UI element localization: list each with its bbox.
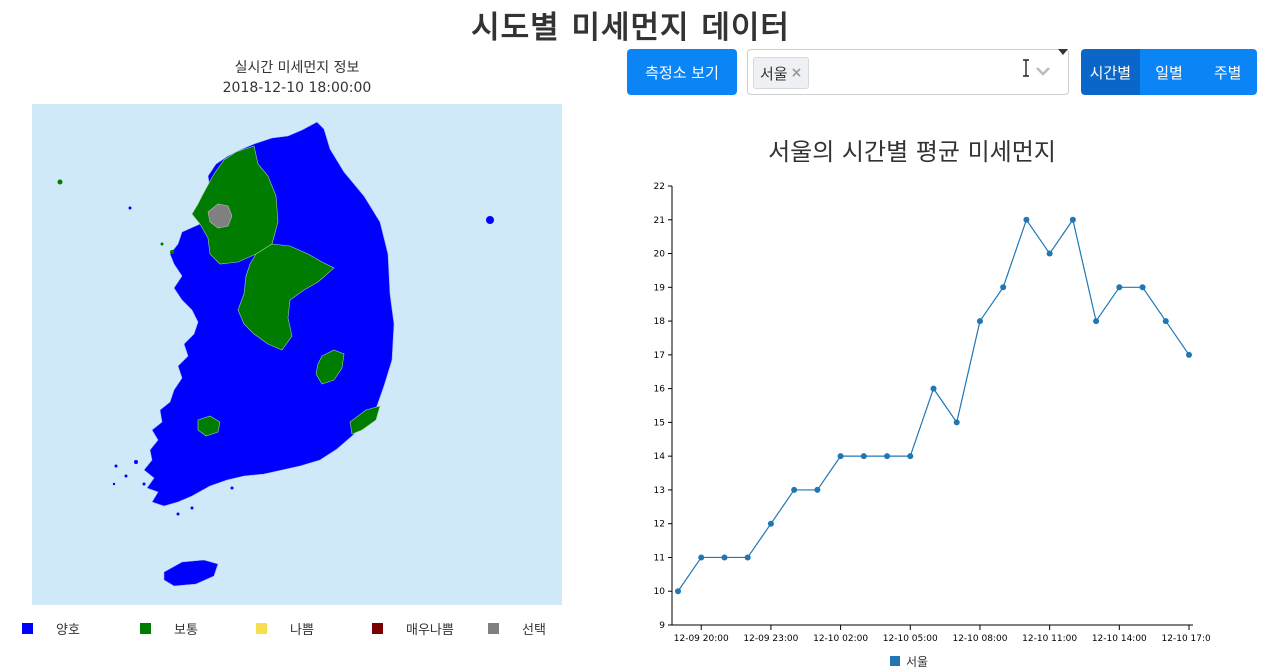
korea-map-svg[interactable] — [32, 104, 562, 605]
y-tick-label: 15 — [654, 418, 665, 428]
data-point — [698, 554, 705, 561]
data-point — [1162, 318, 1169, 325]
legend-swatch — [256, 622, 267, 634]
map-header: 실시간 미세먼지 정보 2018-12-10 18:00:00 — [32, 58, 562, 98]
data-point — [1186, 351, 1192, 358]
selected-region-chip[interactable]: 서울 × — [753, 57, 810, 89]
series-line — [677, 218, 1190, 592]
data-point — [1000, 284, 1007, 291]
legend-item-good: 양호 — [22, 618, 80, 638]
data-point — [1046, 250, 1053, 257]
data-point — [953, 419, 960, 426]
region-ulleungdo — [486, 216, 494, 224]
data-point — [1139, 284, 1146, 291]
region-select[interactable]: 서울 × — [747, 49, 1069, 95]
legend-swatch — [890, 656, 900, 666]
line-chart: 9 10 11 12 13 14 15 16 17 18 19 20 21 22 12-09 20:00 12… — [654, 182, 1210, 644]
x-tick-label: 12-10 11:00 — [1022, 634, 1077, 644]
selected-region-label: 서울 — [760, 64, 788, 83]
data-point — [1023, 216, 1030, 223]
chevron-down-icon[interactable] — [1034, 62, 1052, 80]
legend-series-label: 서울 — [906, 654, 929, 669]
map-legend: 양호 보통 나쁨 매우나쁨 선택 — [22, 618, 582, 638]
y-tick-label: 20 — [654, 250, 666, 260]
y-tick-label: 22 — [654, 182, 665, 192]
x-tick-label: 12-09 20:00 — [674, 634, 729, 644]
data-point — [767, 520, 774, 527]
y-tick-label: 13 — [654, 486, 665, 496]
legend-swatch — [372, 622, 383, 634]
data-point — [675, 588, 681, 595]
legend-swatch — [488, 622, 499, 634]
legend-item-bad: 나쁨 — [256, 618, 314, 638]
data-point — [837, 453, 844, 460]
period-toggle: 시간별 일별 주별 — [1081, 49, 1257, 95]
page-title: 시도별 미세먼지 데이터 — [471, 10, 790, 46]
korea-map[interactable] — [32, 104, 562, 605]
legend-swatch — [22, 622, 33, 634]
chart-title: 서울의 시간별 평균 미세먼지 — [768, 138, 1056, 166]
x-tick-label: 12-10 05:00 — [883, 634, 938, 644]
y-tick-label: 12 — [654, 520, 665, 530]
x-tick-label: 12-10 14:00 — [1092, 634, 1147, 644]
data-point — [744, 554, 751, 561]
tab-weekly[interactable]: 주별 — [1198, 49, 1257, 95]
view-stations-button[interactable]: 측정소 보기 — [627, 49, 737, 95]
y-tick-label: 17 — [654, 351, 665, 361]
y-tick-label: 10 — [654, 587, 666, 597]
y-tick-label: 18 — [654, 317, 666, 327]
text-cursor-icon — [1023, 59, 1029, 77]
legend-label: 매우나쁨 — [406, 622, 454, 638]
data-point — [1116, 284, 1123, 291]
data-point — [791, 486, 798, 493]
data-point — [976, 318, 983, 325]
caret-down-icon — [1058, 49, 1068, 55]
map-caption: 실시간 미세먼지 정보 — [234, 60, 360, 76]
y-tick-label: 9 — [659, 621, 665, 631]
data-point — [721, 554, 728, 561]
chart-legend: 서울 — [890, 653, 928, 669]
region-jeju[interactable] — [163, 559, 219, 587]
data-point — [860, 453, 867, 460]
legend-item-very-bad: 매우나쁨 — [372, 618, 454, 638]
data-point — [814, 486, 821, 493]
data-point — [907, 453, 914, 460]
y-tick-label: 14 — [654, 452, 666, 462]
x-tick-label: 12-10 08:00 — [952, 634, 1007, 644]
x-tick-label: 12-09 23:00 — [743, 634, 798, 644]
y-tick-label: 19 — [654, 283, 666, 293]
data-point — [1093, 318, 1100, 325]
data-point — [930, 385, 937, 392]
legend-label: 보통 — [174, 622, 198, 638]
legend-label: 양호 — [56, 622, 80, 638]
remove-region-icon[interactable]: × — [791, 65, 803, 81]
data-point — [1069, 216, 1076, 223]
legend-label: 나쁨 — [290, 622, 314, 638]
legend-label: 선택 — [522, 622, 546, 638]
data-point — [884, 453, 891, 460]
legend-item-normal: 보통 — [140, 618, 198, 638]
tab-daily[interactable]: 일별 — [1139, 49, 1199, 95]
y-tick-label: 16 — [654, 385, 666, 395]
y-tick-label: 21 — [654, 216, 665, 226]
y-tick-label: 11 — [654, 553, 665, 563]
legend-item-selected: 선택 — [488, 618, 546, 638]
tab-hourly[interactable]: 시간별 — [1081, 49, 1140, 95]
map-datetime: 2018-12-10 18:00:00 — [222, 80, 372, 96]
x-tick-label: 12-10 17:00 — [1162, 634, 1210, 644]
legend-swatch — [140, 622, 151, 634]
x-tick-label: 12-10 02:00 — [813, 634, 868, 644]
